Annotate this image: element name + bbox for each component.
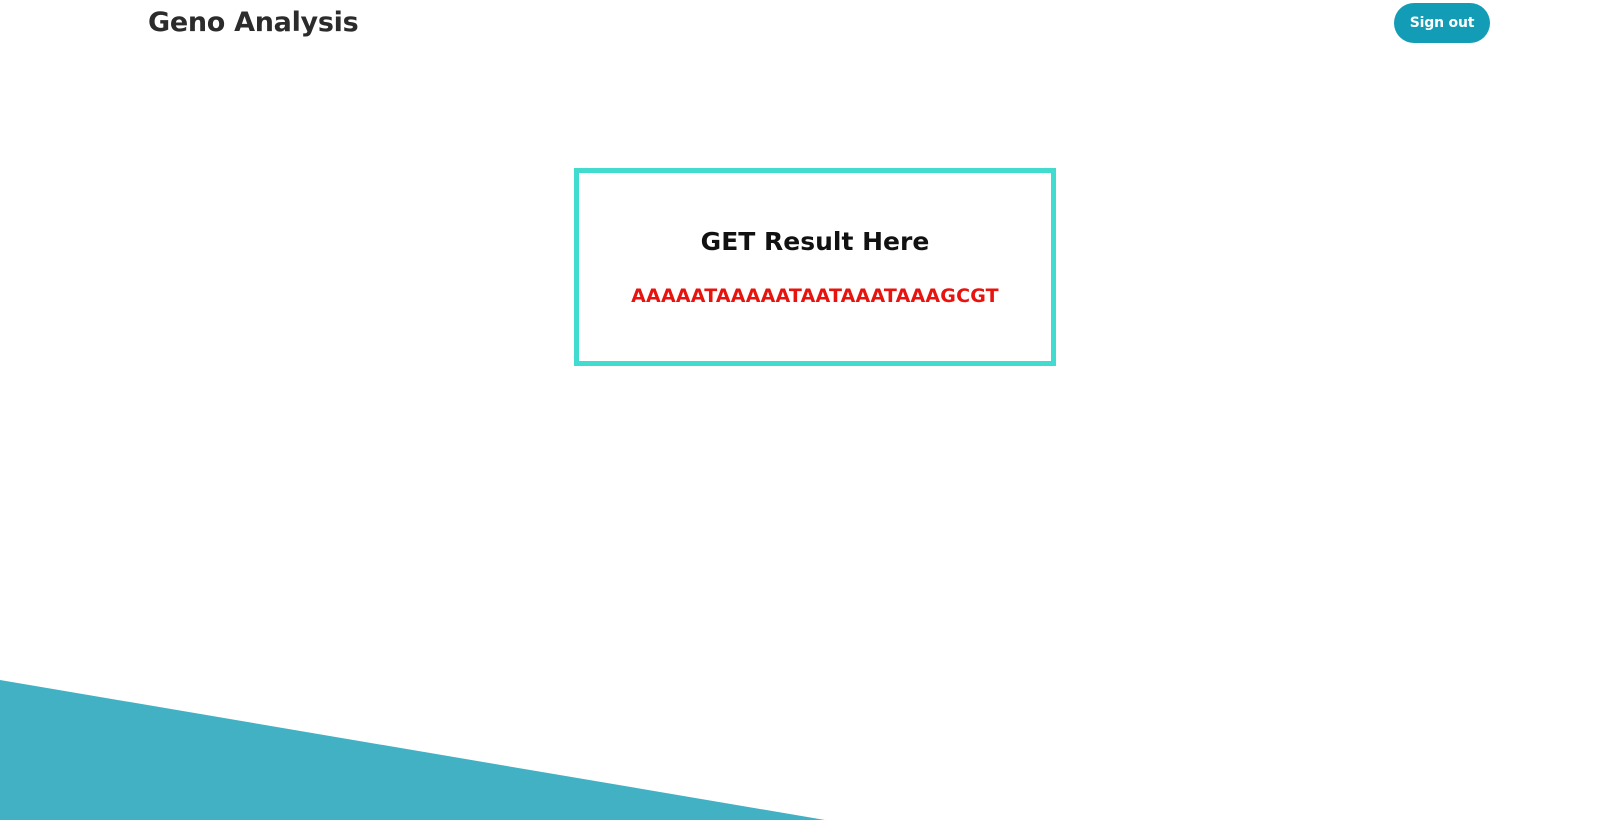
result-sequence: AAAAATAAAAATAATAAATAAAGCGT [631,285,999,307]
result-heading: GET Result Here [700,227,930,256]
result-panel: GET Result Here AAAAATAAAAATAATAAATAAAGC… [574,168,1056,366]
page: Geno Analysis Sign out GET Result Here A… [0,0,1600,820]
decorative-wave-shape [0,680,825,820]
decorative-background-shape [0,680,825,820]
top-navbar: Geno Analysis Sign out [0,0,1600,46]
sign-out-button[interactable]: Sign out [1394,3,1490,43]
brand-title[interactable]: Geno Analysis [148,6,359,40]
